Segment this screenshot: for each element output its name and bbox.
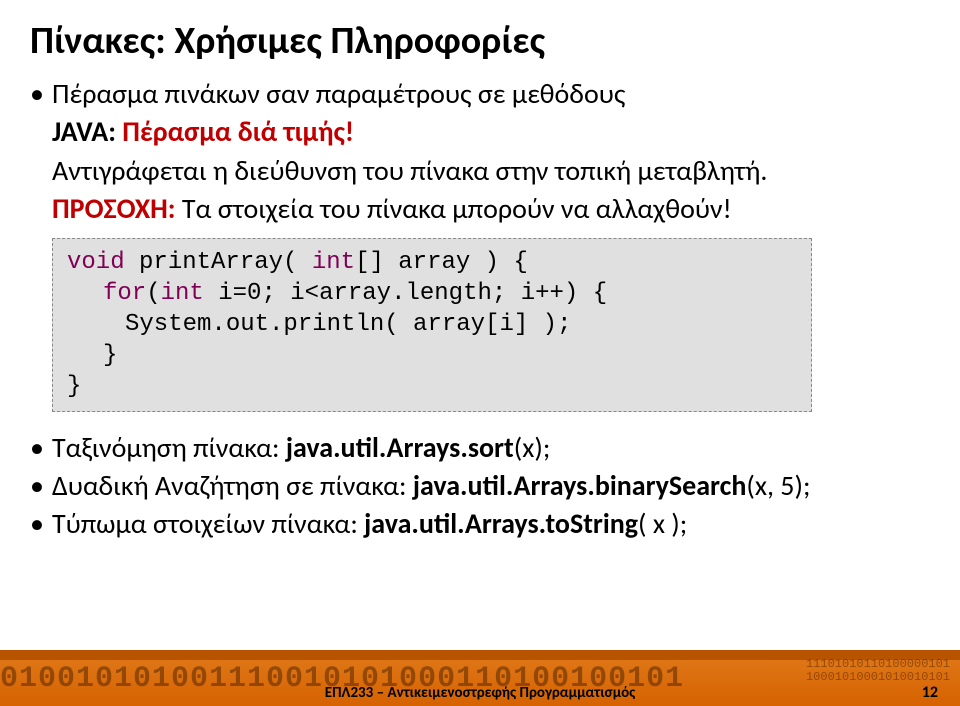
bullet1-line2: JAVA: Πέρασμα διά τιμής! (30, 114, 930, 150)
bullet3-a: Δυαδική Αναζήτηση σε πίνακα: (52, 468, 413, 503)
bullet4-c: ( x ); (638, 506, 687, 541)
footer-binary-small: 11101010110100000101 1000101000101001010… (806, 658, 950, 684)
kw-int-2: int (161, 280, 204, 307)
code-block: void printArray( int[] array ) { for(int… (52, 238, 812, 412)
footer-band: 010010101001110010101000110100100101 111… (0, 650, 960, 706)
code-l2-b: i=0; i<array.length; i++) { (204, 280, 607, 307)
slide-title: Πίνακες: Χρήσιμες Πληροφορίες (30, 18, 930, 64)
code-l2-a: ( (146, 280, 160, 307)
code-line-3: System.out.println( array[i] ); (67, 309, 797, 340)
footer-course: ΕΠΛ233 – Αντικειμενοστρεφής Προγραμματισ… (0, 684, 960, 702)
bullet2-b: java.util.Arrays.sort (286, 430, 514, 465)
bullet2-c: (x); (514, 430, 551, 465)
bullet-1: Πέρασμα πινάκων σαν παραμέτρους σε μεθόδ… (30, 76, 930, 112)
java-label: JAVA: (52, 114, 116, 149)
code-line-2: for(int i=0; i<array.length; i++) { (67, 278, 797, 309)
bullet-4: Τύπωμα στοιχείων πίνακα: java.util.Array… (30, 506, 930, 542)
footer-page-number: 12 (922, 683, 938, 702)
bullet1-line3: Αντιγράφεται η διεύθυνση του πίνακα στην… (30, 153, 930, 189)
kw-for: for (103, 280, 146, 307)
caution-text: Τα στοιχεία του πίνακα μπορούν να αλλαχθ… (176, 191, 732, 226)
bullet-3: Δυαδική Αναζήτηση σε πίνακα: java.util.A… (30, 468, 930, 504)
bullet4-a: Τύπωμα στοιχείων πίνακα: (52, 506, 364, 541)
bullet2-a: Ταξινόμηση πίνακα: (52, 430, 286, 465)
code-line-1: void printArray( int[] array ) { (67, 247, 797, 278)
kw-void: void (67, 249, 125, 276)
bullet4-b: java.util.Arrays.toString (364, 506, 638, 541)
kw-int-1: int (312, 249, 355, 276)
code-l1-rest2: [] array ) { (355, 249, 528, 276)
code-l1-rest: printArray( (125, 249, 312, 276)
bullet1-line4: ΠΡΟΣΟΧΗ: Τα στοιχεία του πίνακα μπορούν … (30, 191, 930, 227)
code-line-5: } (67, 371, 797, 402)
bullet3-b: java.util.Arrays.binarySearch (413, 468, 747, 503)
bullet-2: Ταξινόμηση πίνακα: java.util.Arrays.sort… (30, 430, 930, 466)
bullet1-red-pass: Πέρασμα διά τιμής! (116, 114, 354, 149)
caution-label: ΠΡΟΣΟΧΗ: (52, 191, 176, 226)
code-line-4: } (67, 340, 797, 371)
bullet1-line1: Πέρασμα πινάκων σαν παραμέτρους σε μεθόδ… (52, 76, 625, 111)
bullet3-c: (x, 5); (746, 468, 810, 503)
